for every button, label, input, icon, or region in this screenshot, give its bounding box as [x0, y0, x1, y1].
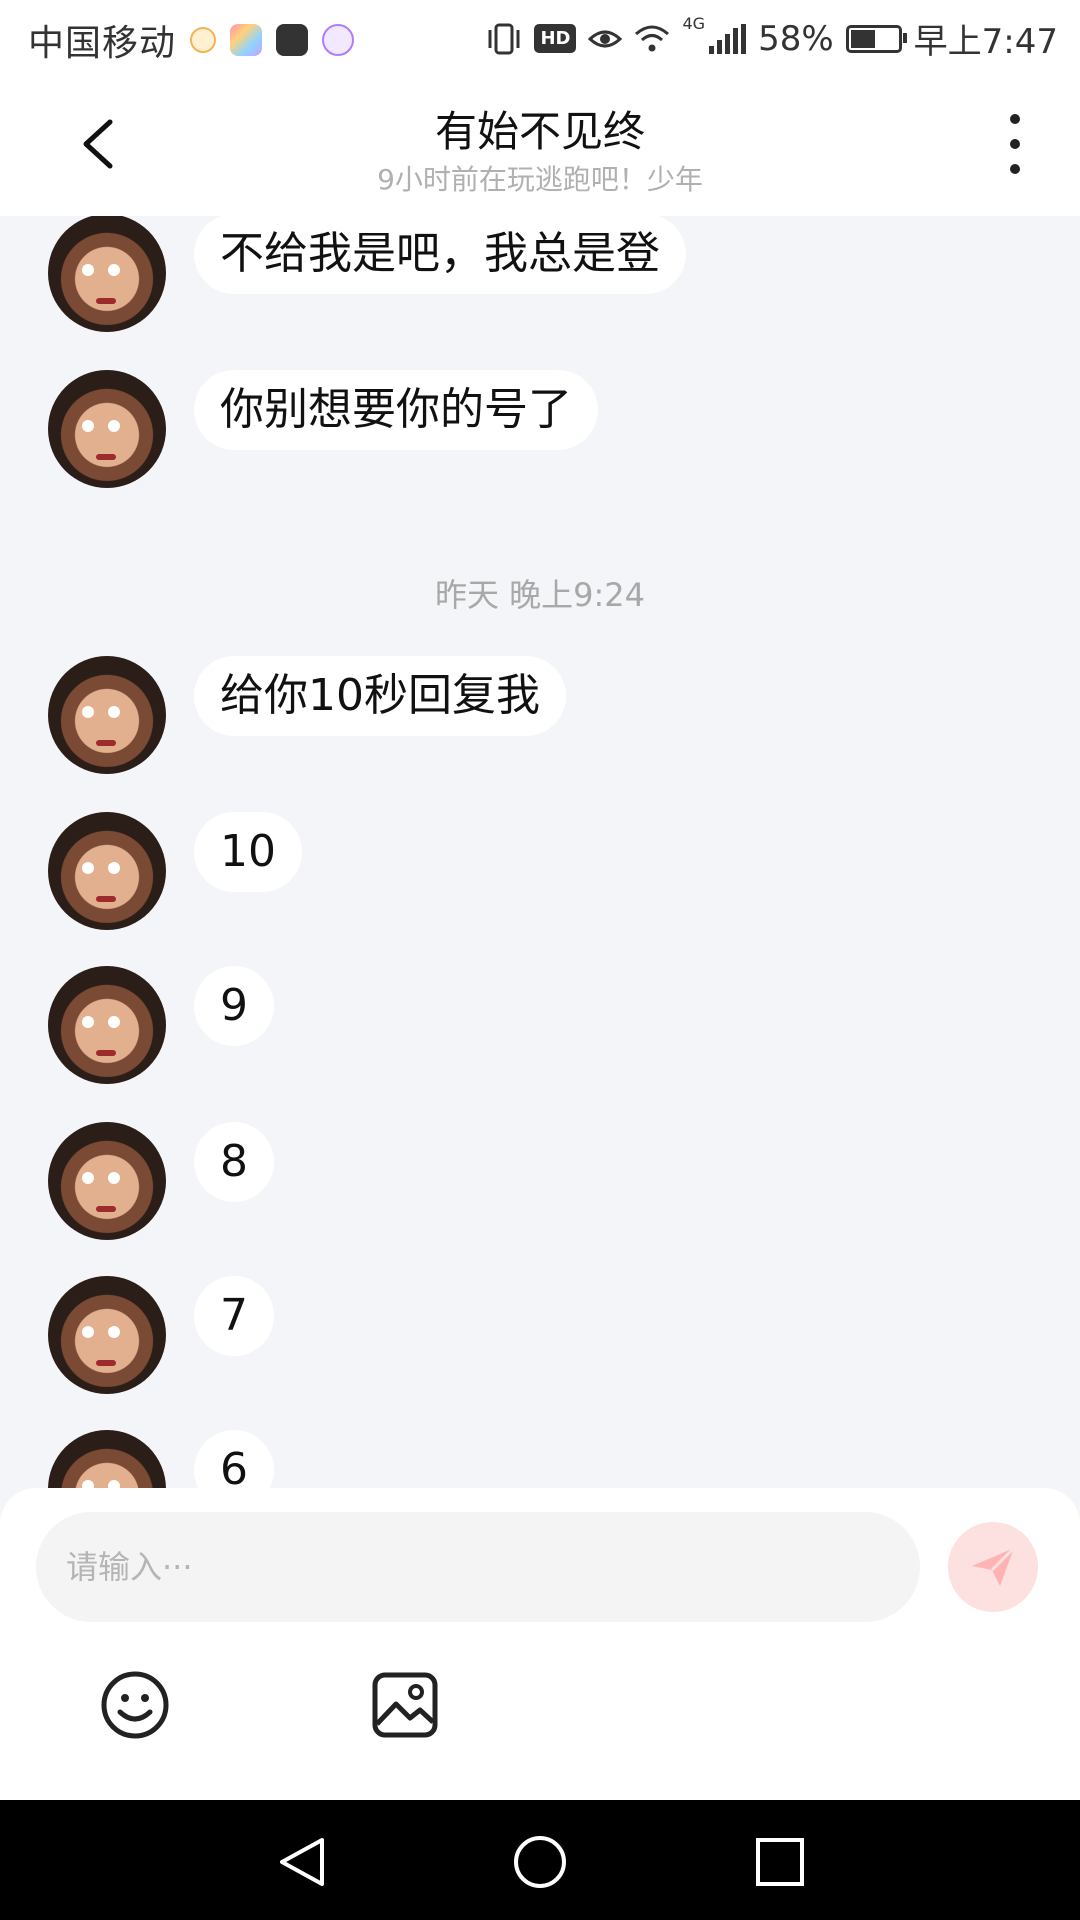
nav-recent-button[interactable]	[752, 1834, 808, 1890]
photos-app-icon	[230, 24, 263, 56]
eye-icon	[588, 30, 623, 47]
image-button[interactable]	[370, 1670, 440, 1740]
avatar[interactable]	[48, 1430, 166, 1488]
triangle-back-icon	[280, 1838, 324, 1886]
message-row: 7	[48, 1276, 274, 1394]
circle-home-icon	[514, 1836, 566, 1888]
avatar[interactable]	[48, 370, 166, 488]
message-row: 10	[48, 812, 302, 930]
message-bubble[interactable]: 给你10秒回复我	[194, 656, 566, 736]
message-row: 给你10秒回复我	[48, 656, 566, 774]
more-button[interactable]	[1000, 114, 1030, 174]
message-row: 6	[48, 1430, 274, 1488]
avatar[interactable]	[48, 656, 166, 774]
message-bubble[interactable]: 9	[194, 966, 274, 1046]
message-row: 8	[48, 1122, 274, 1240]
clock: 早上7:47	[913, 22, 1058, 62]
avatar[interactable]	[48, 216, 166, 332]
nav-back-button[interactable]	[274, 1834, 330, 1890]
carrier-name: 中国移动	[28, 23, 177, 64]
message-bubble[interactable]: 6	[194, 1430, 274, 1488]
vibrate-icon	[488, 23, 520, 54]
square-recent-icon	[756, 1838, 804, 1886]
avatar[interactable]	[48, 966, 166, 1084]
hd-badge: HD	[534, 24, 577, 53]
status-right: HD 4G 58% 早上7:47	[486, 14, 1058, 63]
network-type: 4G	[682, 14, 706, 33]
message-row: 你别想要你的号了	[48, 370, 598, 488]
message-bubble[interactable]: 你别想要你的号了	[194, 370, 598, 450]
signal-icon	[709, 23, 747, 54]
message-list[interactable]: 不给我是吧，我总是登 你别想要你的号了 昨天 晚上9:24 给你10秒回复我 1…	[0, 216, 1080, 1488]
image-icon	[372, 1672, 438, 1738]
emoji-button[interactable]	[100, 1670, 170, 1740]
message-bubble[interactable]: 不给我是吧，我总是登	[194, 216, 686, 294]
chat-title: 有始不见终	[434, 107, 645, 156]
paper-plane-icon	[972, 1546, 1016, 1586]
message-bubble[interactable]: 7	[194, 1276, 274, 1356]
system-nav-bar	[0, 1800, 1080, 1920]
status-left: 中国移动	[28, 14, 355, 66]
music-app-icon	[322, 24, 355, 56]
status-bar: 中国移动 HD 4G 58% 早上7:47	[0, 0, 1080, 74]
avatar[interactable]	[48, 812, 166, 930]
chat-header: 有始不见终 9小时前在玩逃跑吧！少年	[0, 74, 1080, 216]
notification-app-icon	[190, 27, 217, 53]
message-bubble[interactable]: 8	[194, 1122, 274, 1202]
message-row: 不给我是吧，我总是登	[48, 216, 686, 332]
huawei-app-icon	[276, 24, 309, 56]
nav-home-button[interactable]	[512, 1834, 568, 1890]
battery-icon	[845, 24, 907, 53]
wifi-icon	[635, 25, 670, 51]
avatar[interactable]	[48, 1122, 166, 1240]
more-vertical-icon	[1010, 114, 1020, 124]
message-bubble[interactable]: 10	[194, 812, 302, 892]
time-separator: 昨天 晚上9:24	[434, 576, 646, 614]
battery-percent: 58%	[758, 18, 834, 59]
avatar[interactable]	[48, 1276, 166, 1394]
input-panel	[0, 1488, 1080, 1800]
message-input[interactable]	[36, 1512, 920, 1622]
smiley-icon	[101, 1671, 169, 1739]
message-row: 9	[48, 966, 274, 1084]
chat-subtitle: 9小时前在玩逃跑吧！少年	[377, 163, 703, 196]
send-button[interactable]	[948, 1522, 1038, 1612]
